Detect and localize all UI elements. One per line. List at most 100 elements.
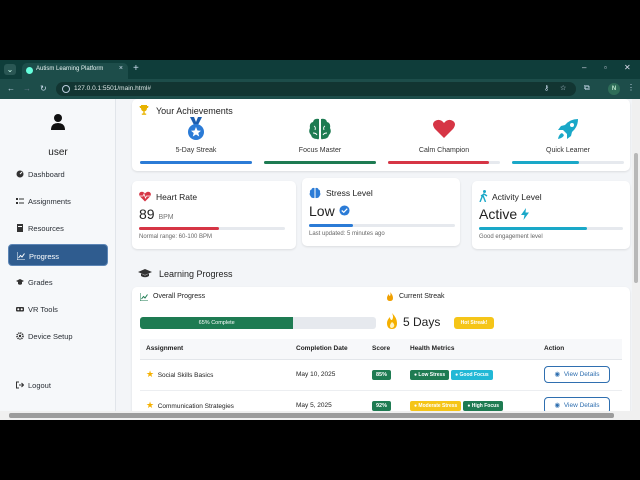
heart-rate-unit: BPM (158, 214, 174, 221)
column-header: Completion Date (290, 339, 366, 360)
activity-level-bar (479, 227, 623, 230)
chart-icon (17, 252, 25, 260)
tab-title: Autism Learning Platform (36, 66, 104, 72)
table-row: ★ Social Skills Basics May 10, 2025 85% … (140, 359, 622, 391)
star-icon: ★ (146, 369, 155, 379)
overall-progress-label: Overall Progress (153, 293, 206, 300)
table-header-row: Assignment Completion Date Score Health … (140, 339, 622, 360)
current-streak-label: Current Streak (399, 293, 445, 300)
back-icon[interactable]: ← (7, 84, 15, 93)
tab-search-icon[interactable]: ⌄ (4, 64, 16, 75)
score-cell: 85% (366, 359, 404, 391)
address-bar[interactable]: 127.0.0.1:5501/main.html# ⚷ ☆ (56, 82, 576, 96)
bookmark-star-icon[interactable]: ☆ (560, 84, 566, 92)
eye-icon: ◉ (554, 402, 561, 409)
health-tag: ● Good Focus (451, 369, 493, 380)
favicon-icon (26, 67, 33, 74)
activity-level-note: Good engagement level (479, 234, 543, 240)
close-window-icon[interactable]: ✕ (624, 63, 631, 72)
stress-level-updated: Last updated: 5 minutes ago (309, 231, 385, 237)
stress-level-value: Low (309, 203, 350, 219)
heartbeat-icon (139, 191, 151, 202)
trophy-icon (139, 105, 149, 115)
health-tag: ● High Focus (463, 400, 503, 411)
health-tag: ● Low Stress (410, 369, 450, 380)
password-key-icon[interactable]: ⚷ (544, 84, 549, 92)
heart-rate-bar (139, 227, 285, 230)
achievement-progress (512, 161, 624, 164)
sidebar-item-grades[interactable]: Grades (8, 271, 108, 293)
horizontal-scrollbar[interactable] (0, 411, 632, 420)
column-header: Score (366, 339, 404, 360)
current-streak-value: 5 Days (403, 315, 441, 329)
achievement-calm-champion: Calm Champion (388, 117, 500, 164)
flame-icon (387, 292, 393, 301)
learning-progress-card: Overall Progress 65% Complete Current St… (132, 287, 630, 420)
address-toolbar: ← → ↻ 127.0.0.1:5501/main.html# ⚷ ☆ ⧉ N … (0, 79, 640, 99)
sidebar-item-device-setup[interactable]: Device Setup (8, 325, 108, 347)
brain-icon (309, 187, 321, 199)
extensions-icon[interactable]: ⧉ (584, 83, 590, 93)
sidebar-item-dashboard[interactable]: Dashboard (8, 163, 108, 185)
lightning-bolt-icon (521, 208, 530, 220)
sidebar-item-label: Resources (28, 224, 64, 233)
forward-icon[interactable]: → (23, 84, 31, 93)
minimize-icon[interactable]: – (582, 63, 586, 72)
sidebar-item-label: Assignments (28, 197, 71, 206)
score-badge: 92% (372, 400, 392, 411)
close-tab-icon[interactable]: × (119, 65, 123, 72)
stress-level-title: Stress Level (326, 188, 373, 198)
gauge-icon (16, 170, 24, 178)
url-text: 127.0.0.1:5501/main.html# (74, 85, 151, 92)
achievement-progress (264, 161, 376, 164)
health-tag: ● Moderate Stress (410, 400, 462, 411)
sidebar-item-label: Dashboard (28, 170, 65, 179)
stress-level-bar (309, 224, 455, 227)
achievements-title: Your Achievements (156, 106, 233, 116)
user-icon (51, 114, 65, 130)
column-header: Action (538, 339, 622, 360)
activity-level-value: Active (479, 206, 530, 222)
achievement-label: 5-Day Streak (175, 147, 217, 154)
column-header: Health Metrics (404, 339, 538, 360)
hot-streak-badge: Hot Streak! (454, 317, 494, 329)
reload-icon[interactable]: ↻ (40, 84, 47, 93)
rocket-icon (558, 119, 578, 139)
sidebar-item-label: Grades (28, 278, 53, 287)
column-header: Assignment (140, 339, 290, 360)
score-badge: 85% (372, 369, 392, 380)
tasks-icon (16, 198, 24, 204)
date-cell: May 10, 2025 (290, 359, 366, 391)
achievement-progress (388, 161, 500, 164)
new-tab-icon[interactable]: + (133, 63, 139, 74)
sidebar-item-progress[interactable]: Progress (8, 244, 108, 266)
scrollbar-thumb[interactable] (9, 413, 614, 418)
heart-rate-range: Normal range: 60-100 BPM (139, 234, 213, 240)
achievement-progress (140, 161, 252, 164)
site-info-icon[interactable] (62, 85, 70, 93)
profile-avatar[interactable]: N (608, 83, 620, 95)
sidebar-item-assignments[interactable]: Assignments (8, 190, 108, 212)
graduation-cap-icon (138, 269, 152, 278)
browser-tab[interactable]: Autism Learning Platform × (22, 63, 128, 79)
sidebar-item-label: Device Setup (28, 332, 73, 341)
achievements-card: Your Achievements 5-Day Streak Focus Mas… (132, 99, 630, 171)
logout-button[interactable]: Logout (8, 374, 108, 396)
view-details-button[interactable]: ◉ View Details (544, 366, 610, 383)
main-content: Your Achievements 5-Day Streak Focus Mas… (116, 99, 632, 420)
sidebar-item-resources[interactable]: Resources (8, 217, 108, 239)
restore-icon[interactable]: ▫ (604, 63, 607, 72)
overall-progress-bar: 65% Complete (140, 317, 376, 329)
browser-menu-icon[interactable]: ⋮ (627, 83, 635, 92)
sidebar-item-vr-tools[interactable]: VR Tools (8, 298, 108, 320)
sign-out-icon (16, 381, 24, 389)
sidebar: user Dashboard Assignments Resources Pro… (0, 99, 116, 420)
graduation-cap-icon (16, 279, 24, 285)
vertical-scrollbar[interactable] (632, 99, 640, 420)
user-name: user (48, 147, 68, 158)
browser-window: ⌄ Autism Learning Platform × + – ▫ ✕ ← →… (0, 60, 640, 420)
heart-rate-value: 89 BPM (139, 206, 174, 222)
achievement-focus-master: Focus Master (264, 117, 376, 164)
scrollbar-thumb[interactable] (634, 153, 638, 283)
achievement-label: Quick Learner (546, 147, 590, 154)
